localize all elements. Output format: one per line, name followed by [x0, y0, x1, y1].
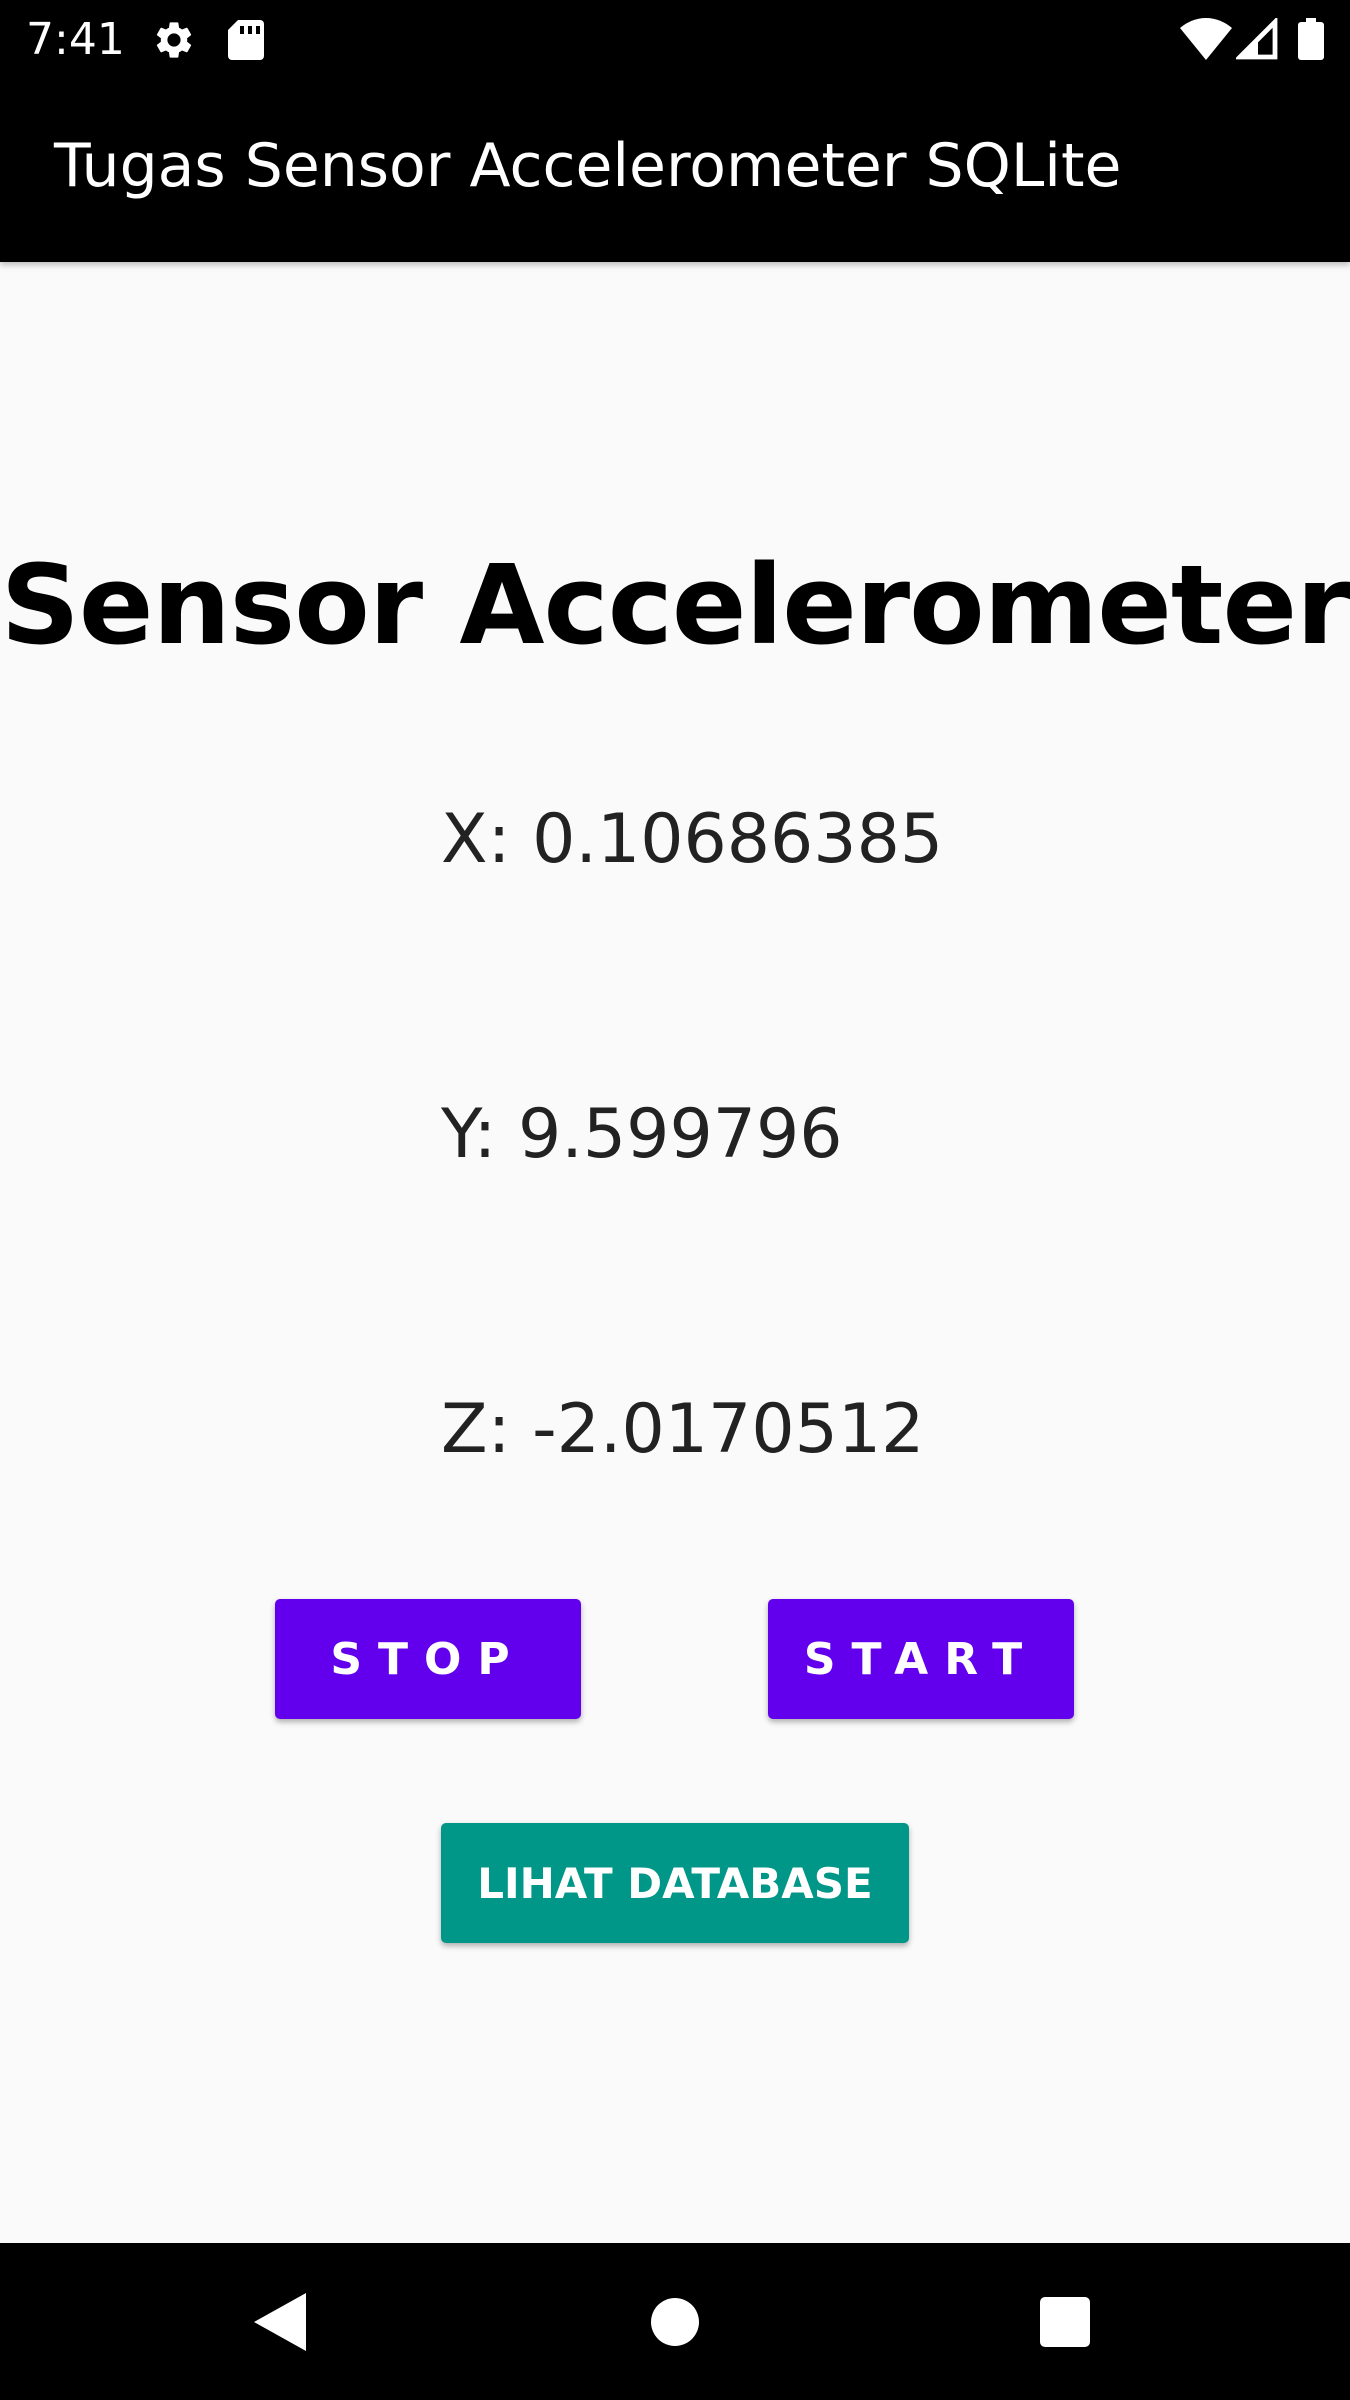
status-time: 7:41 — [26, 14, 125, 65]
battery-icon — [1298, 18, 1324, 60]
status-bar: 7:41 — [0, 0, 1350, 80]
x-reading: X: 0.10686385 — [441, 800, 944, 879]
home-icon[interactable] — [650, 2297, 700, 2347]
start-button[interactable]: START — [768, 1599, 1074, 1719]
back-icon[interactable] — [254, 2293, 306, 2351]
stop-button[interactable]: STOP — [275, 1599, 581, 1719]
sensor-heading: Sensor Accelerometer — [0, 541, 1350, 669]
gear-icon — [156, 22, 192, 58]
y-reading: Y: 9.599796 — [441, 1095, 843, 1174]
z-reading: Z: -2.0170512 — [441, 1390, 925, 1469]
view-database-button[interactable]: LIHAT DATABASE — [441, 1823, 909, 1943]
app-title: Tugas Sensor Accelerometer SQLite — [54, 131, 1122, 201]
signal-icon — [1236, 18, 1278, 60]
sd-card-icon — [228, 20, 264, 60]
wifi-icon — [1180, 18, 1232, 60]
recents-icon[interactable] — [1040, 2297, 1090, 2347]
navigation-bar — [0, 2243, 1350, 2400]
app-bar: Tugas Sensor Accelerometer SQLite — [0, 80, 1350, 262]
